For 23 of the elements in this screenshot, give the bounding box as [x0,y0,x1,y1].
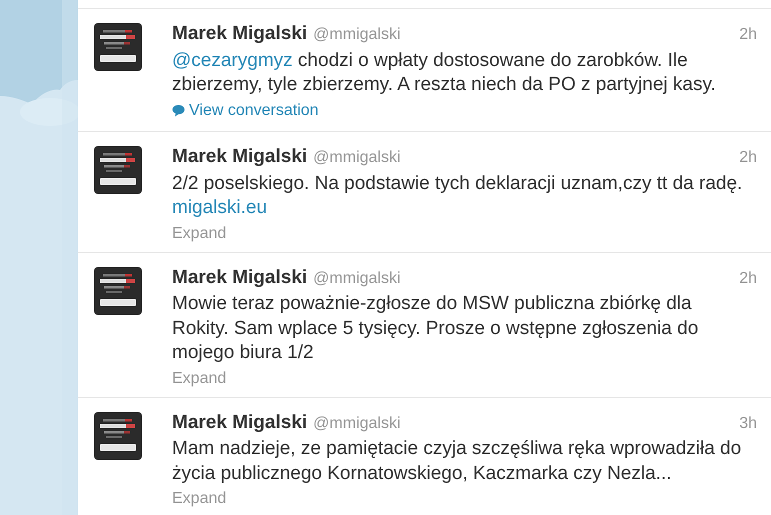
tweet-text: Mam nadzieje, ze pamiętacie czyja szczęśliwa ręka wprowadziła do życia publicznego Kornatowskiego, Kaczmarka czy Nezla... [172,437,742,486]
tweet-text: Mowie teraz poważnie-zgłosze do MSW publiczna zbiórkę dla Rokity. Sam wplace 5 tysięcy. Prosze o wstępne zgłoszenia do mojego biura 1/2 [172,292,700,365]
expand-link[interactable]: Expand [172,366,226,390]
user-name[interactable]: Marek Migalski [172,408,308,437]
speech-bubble-icon [172,104,185,117]
tweet-text: 2/2 poselskiego. Na podstawie tych deklaracji uznam,czy tt da radę. migalski.eu [172,172,744,220]
user-handle: @mmigalski [313,25,401,45]
user-handle: @mmigalski [313,414,401,434]
tweet-link[interactable]: migalski.eu [172,197,268,218]
timestamp[interactable]: 2h [739,146,757,170]
user-handle: @mmigalski [313,148,401,168]
user-name[interactable]: Marek Migalski [172,143,308,172]
timestamp[interactable]: 3h [739,412,757,436]
timestamp[interactable]: 2h [739,266,757,290]
timestamp[interactable]: 2h [739,23,757,47]
tweet-text: @cezarygmyz chodzi o wpłaty dostosowane do zarobków. Ile zbierzemy, tyle zbierzemy. A reszta niech da PO z partyjnej kasy. [172,48,717,97]
expand-link[interactable]: Expand [172,487,226,511]
view-conversation-link[interactable]: View conversation [172,98,319,122]
user-name[interactable]: Marek Migalski [172,264,308,292]
expand-link[interactable]: Expand [172,222,226,246]
user-handle: @mmigalski [313,268,401,288]
tweet-link[interactable]: @cezarygmyz [172,50,293,70]
user-name[interactable]: Marek Migalski [172,20,308,48]
